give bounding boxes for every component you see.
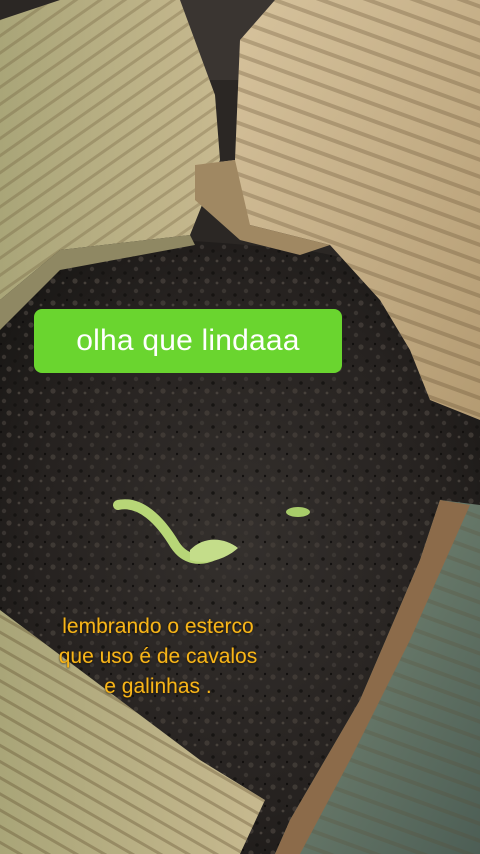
text-sticker: olha que lindaaa — [34, 309, 342, 373]
caption-line: que uso é de cavalos — [58, 645, 258, 668]
caption-text: lembrando o esterco que uso é de cavalos… — [18, 612, 298, 702]
caption-line: lembrando o esterco — [62, 615, 254, 638]
sticker-text: olha que lindaaa — [76, 324, 300, 357]
photo-background — [0, 0, 480, 854]
caption-line: e galinhas . — [104, 675, 212, 698]
story-frame: olha que lindaaa lembrando o esterco que… — [0, 0, 480, 854]
